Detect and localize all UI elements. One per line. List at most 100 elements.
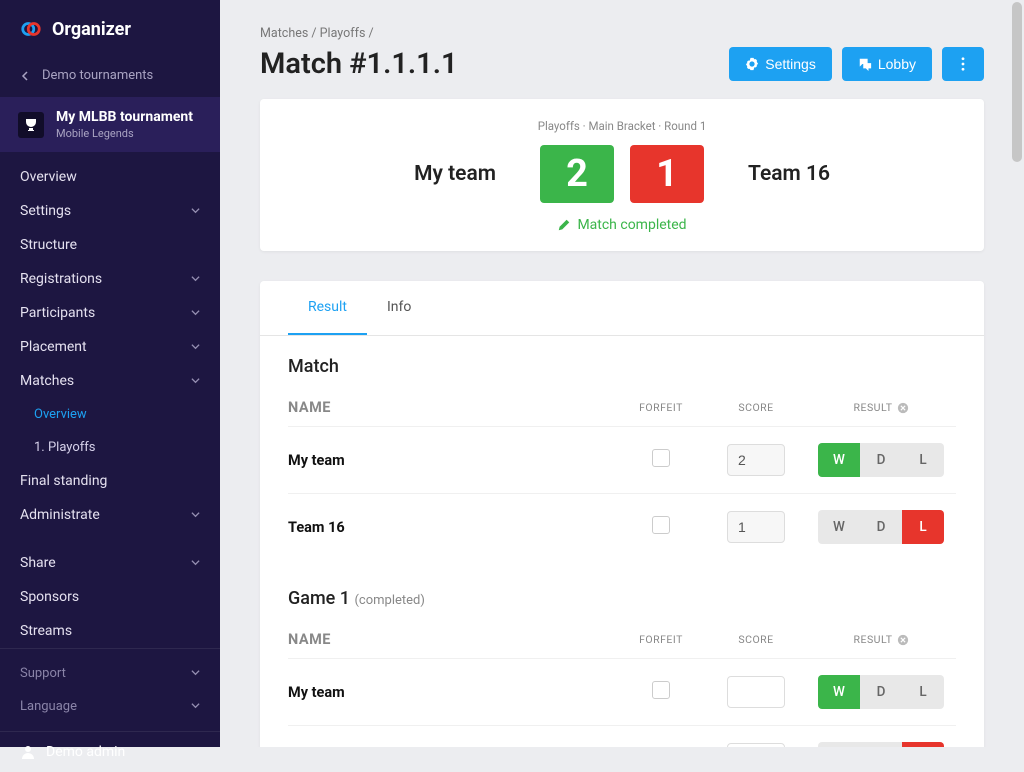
section-game-1: Game 1 (completed) NAME FORFEIT SCORE RE… — [260, 568, 984, 747]
chevron-down-icon — [191, 271, 200, 287]
tabs: Result Info — [260, 281, 984, 336]
score-box-a: 2 — [540, 145, 614, 203]
forfeit-checkbox[interactable] — [652, 516, 670, 534]
wdl-draw[interactable]: D — [860, 443, 902, 477]
header-row: Match #1.1.1.1 Settings Lobby — [260, 47, 984, 81]
settings-button[interactable]: Settings — [729, 47, 832, 81]
breadcrumb[interactable]: Matches / Playoffs / — [260, 26, 984, 41]
wdl-toggle: W D L — [818, 742, 944, 747]
score-input[interactable] — [727, 444, 785, 476]
sidebar-item-language[interactable]: Language — [0, 690, 220, 723]
sidebar-item-administrate[interactable]: Administrate — [0, 498, 220, 532]
wdl-draw[interactable]: D — [860, 742, 902, 747]
result-panel: Result Info Match NAME FORFEIT SCORE RES… — [260, 281, 984, 747]
sidebar-item-label: Structure — [20, 237, 77, 253]
sidebar-item-placement[interactable]: Placement — [0, 330, 220, 364]
table-row: My team W D L — [288, 426, 956, 493]
wdl-lose[interactable]: L — [902, 742, 944, 747]
sidebar-item-label: Settings — [20, 203, 71, 219]
tab-result[interactable]: Result — [288, 281, 367, 335]
chevron-down-icon — [191, 203, 200, 219]
wdl-win[interactable]: W — [818, 675, 860, 709]
sidebar-item-1-playoffs[interactable]: 1. Playoffs — [0, 431, 220, 464]
sidebar-item-label: Language — [20, 699, 77, 714]
table-header: NAME FORFEIT SCORE RESULT — [288, 621, 956, 658]
gear-icon — [745, 57, 759, 71]
col-score: SCORE — [706, 401, 806, 414]
sidebar-item-support[interactable]: Support — [0, 657, 220, 690]
col-result: RESULT — [806, 633, 956, 646]
score-subtitle: Playoffs · Main Bracket · Round 1 — [290, 119, 954, 133]
wdl-lose[interactable]: L — [902, 510, 944, 544]
score-team-b: Team 16 — [728, 162, 954, 186]
score-input[interactable] — [727, 743, 785, 747]
trophy-icon — [18, 112, 44, 138]
sidebar-item-share[interactable]: Share — [0, 546, 220, 580]
dots-vertical-icon — [956, 57, 970, 71]
sidebar-item-sponsors[interactable]: Sponsors — [0, 580, 220, 614]
sidebar-item-participants[interactable]: Participants — [0, 296, 220, 330]
sidebar-item-label: Final standing — [20, 473, 107, 489]
score-input[interactable] — [727, 511, 785, 543]
col-forfeit: FORFEIT — [616, 633, 706, 646]
sidebar-item-final-standing[interactable]: Final standing — [0, 464, 220, 498]
lobby-button-label: Lobby — [878, 56, 916, 72]
row-team-name: My team — [288, 684, 616, 701]
wdl-draw[interactable]: D — [860, 675, 902, 709]
sidebar-item-label: 1. Playoffs — [34, 440, 96, 455]
user-name: Demo admin — [46, 744, 125, 760]
score-input[interactable] — [727, 676, 785, 708]
sidebar-item-structure[interactable]: Structure — [0, 228, 220, 262]
tournament-block[interactable]: My MLBB tournament Mobile Legends — [0, 97, 220, 152]
wdl-win[interactable]: W — [818, 742, 860, 747]
tab-info[interactable]: Info — [367, 281, 431, 335]
sidebar-item-label: Overview — [34, 407, 87, 422]
main: Matches / Playoffs / Match #1.1.1.1 Sett… — [220, 0, 1024, 747]
forfeit-checkbox[interactable] — [652, 449, 670, 467]
wdl-toggle: W D L — [818, 443, 944, 477]
chevron-down-icon — [191, 507, 200, 523]
sidebar-item-overview[interactable]: Overview — [0, 160, 220, 194]
lobby-button[interactable]: Lobby — [842, 47, 932, 81]
col-name: NAME — [288, 399, 616, 416]
sidebar-bottom-nav: Support Language — [0, 648, 220, 731]
wdl-draw[interactable]: D — [860, 510, 902, 544]
chevron-down-icon — [191, 373, 200, 389]
more-button[interactable] — [942, 47, 984, 81]
wdl-win[interactable]: W — [818, 443, 860, 477]
sidebar-item-settings[interactable]: Settings — [0, 194, 220, 228]
section-title: Game 1 (completed) — [288, 588, 956, 609]
wdl-win[interactable]: W — [818, 510, 860, 544]
score-card: Playoffs · Main Bracket · Round 1 My tea… — [260, 99, 984, 251]
scrollbar[interactable] — [1012, 2, 1022, 162]
wdl-toggle: W D L — [818, 510, 944, 544]
wdl-lose[interactable]: L — [902, 443, 944, 477]
chat-icon — [858, 57, 872, 71]
pencil-icon — [557, 218, 571, 232]
sidebar-item-matches[interactable]: Matches — [0, 364, 220, 398]
chevron-down-icon — [191, 666, 200, 681]
sidebar-item-label: Overview — [20, 169, 77, 185]
col-result: RESULT — [806, 401, 956, 414]
match-status-text: Match completed — [577, 217, 686, 233]
sidebar: Organizer Demo tournaments My MLBB tourn… — [0, 0, 220, 747]
col-score: SCORE — [706, 633, 806, 646]
sidebar-item-label: Matches — [20, 373, 74, 389]
wdl-toggle: W D L — [818, 675, 944, 709]
page-title: Match #1.1.1.1 — [260, 47, 458, 81]
sidebar-user[interactable]: Demo admin — [0, 731, 220, 772]
forfeit-checkbox[interactable] — [652, 681, 670, 699]
back-link[interactable]: Demo tournaments — [0, 58, 220, 97]
chevron-down-icon — [191, 699, 200, 714]
sidebar-item-streams[interactable]: Streams — [0, 614, 220, 648]
row-team-name: My team — [288, 452, 616, 469]
back-label: Demo tournaments — [42, 68, 153, 83]
match-status[interactable]: Match completed — [290, 217, 954, 233]
user-icon — [20, 744, 36, 760]
sidebar-item-overview[interactable]: Overview — [0, 398, 220, 431]
wdl-lose[interactable]: L — [902, 675, 944, 709]
col-forfeit: FORFEIT — [616, 401, 706, 414]
sidebar-item-registrations[interactable]: Registrations — [0, 262, 220, 296]
brand: Organizer — [0, 0, 220, 58]
chevron-down-icon — [191, 339, 200, 355]
